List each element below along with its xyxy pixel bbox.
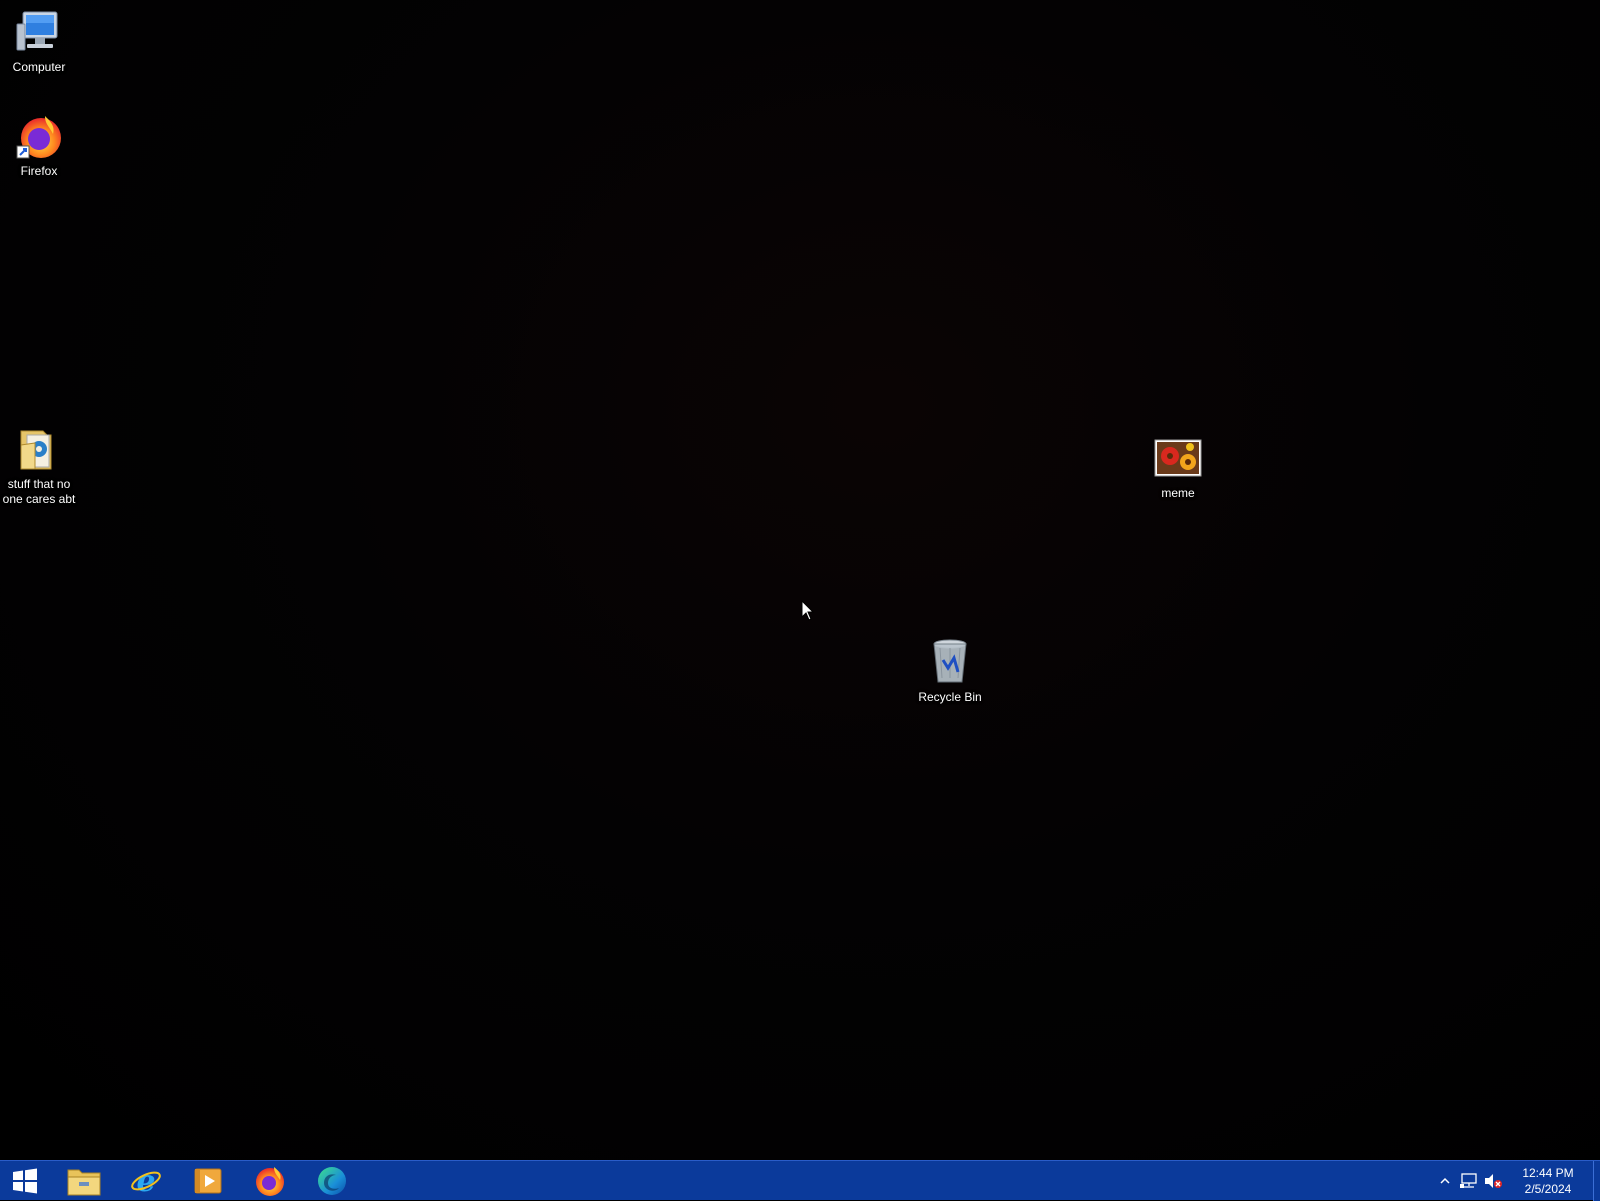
desktop-icon-label: stuff that no one cares abt: [2, 477, 76, 506]
file-explorer-icon: [67, 1169, 101, 1196]
show-desktop-button[interactable]: [1593, 1161, 1600, 1201]
desktop-icon-meme[interactable]: meme: [1139, 434, 1217, 501]
clock-time: 12:44 PM: [1522, 1166, 1574, 1180]
start-button[interactable]: [0, 1161, 50, 1201]
taskbar-file-explorer[interactable]: [54, 1161, 114, 1201]
network-button[interactable]: [1459, 1171, 1479, 1191]
firefox-icon: [15, 112, 63, 160]
desktop-icon-firefox[interactable]: Firefox: [0, 112, 78, 179]
desktop-icon-label: Recycle Bin: [918, 690, 982, 704]
desktop-icon-folder[interactable]: stuff that no one cares abt: [0, 425, 78, 507]
taskbar-edge[interactable]: [302, 1161, 362, 1201]
mouse-cursor-icon: [801, 600, 815, 621]
windows-logo-icon: [13, 1168, 37, 1194]
svg-text:e: e: [136, 1165, 155, 1197]
taskbar: e 12:44 PM 2/5/2024: [0, 1160, 1600, 1201]
taskbar-firefox[interactable]: [240, 1161, 300, 1201]
desktop-icon-recycle-bin[interactable]: Recycle Bin: [911, 638, 989, 705]
recycle-bin-icon: [926, 638, 974, 686]
desktop[interactable]: Computer Firefox stuff that no one cares…: [0, 0, 1600, 1160]
media-player-icon: [194, 1168, 222, 1194]
taskbar-internet-explorer[interactable]: e: [116, 1161, 176, 1201]
internet-explorer-icon: e: [131, 1165, 161, 1197]
image-file-icon: [1154, 434, 1202, 482]
desktop-icon-computer[interactable]: Computer: [0, 8, 78, 75]
clock-date: 2/5/2024: [1524, 1182, 1572, 1196]
chevron-up-icon: [1440, 1177, 1450, 1184]
volume-muted-icon: [1485, 1174, 1502, 1188]
desktop-icon-label: Computer: [12, 60, 66, 74]
desktop-icon-label: Firefox: [20, 164, 58, 178]
network-icon: [1460, 1173, 1477, 1188]
volume-button[interactable]: [1483, 1171, 1503, 1191]
computer-icon: [15, 8, 63, 56]
desktop-icon-label: meme: [1161, 486, 1195, 500]
show-hidden-icons-button[interactable]: [1435, 1171, 1455, 1191]
system-tray: 12:44 PM 2/5/2024: [1433, 1161, 1600, 1201]
clock[interactable]: 12:44 PM 2/5/2024: [1511, 1165, 1585, 1197]
firefox-icon: [256, 1167, 284, 1196]
folder-icon: [15, 425, 63, 473]
edge-icon: [318, 1167, 346, 1195]
taskbar-media-player[interactable]: [178, 1161, 238, 1201]
